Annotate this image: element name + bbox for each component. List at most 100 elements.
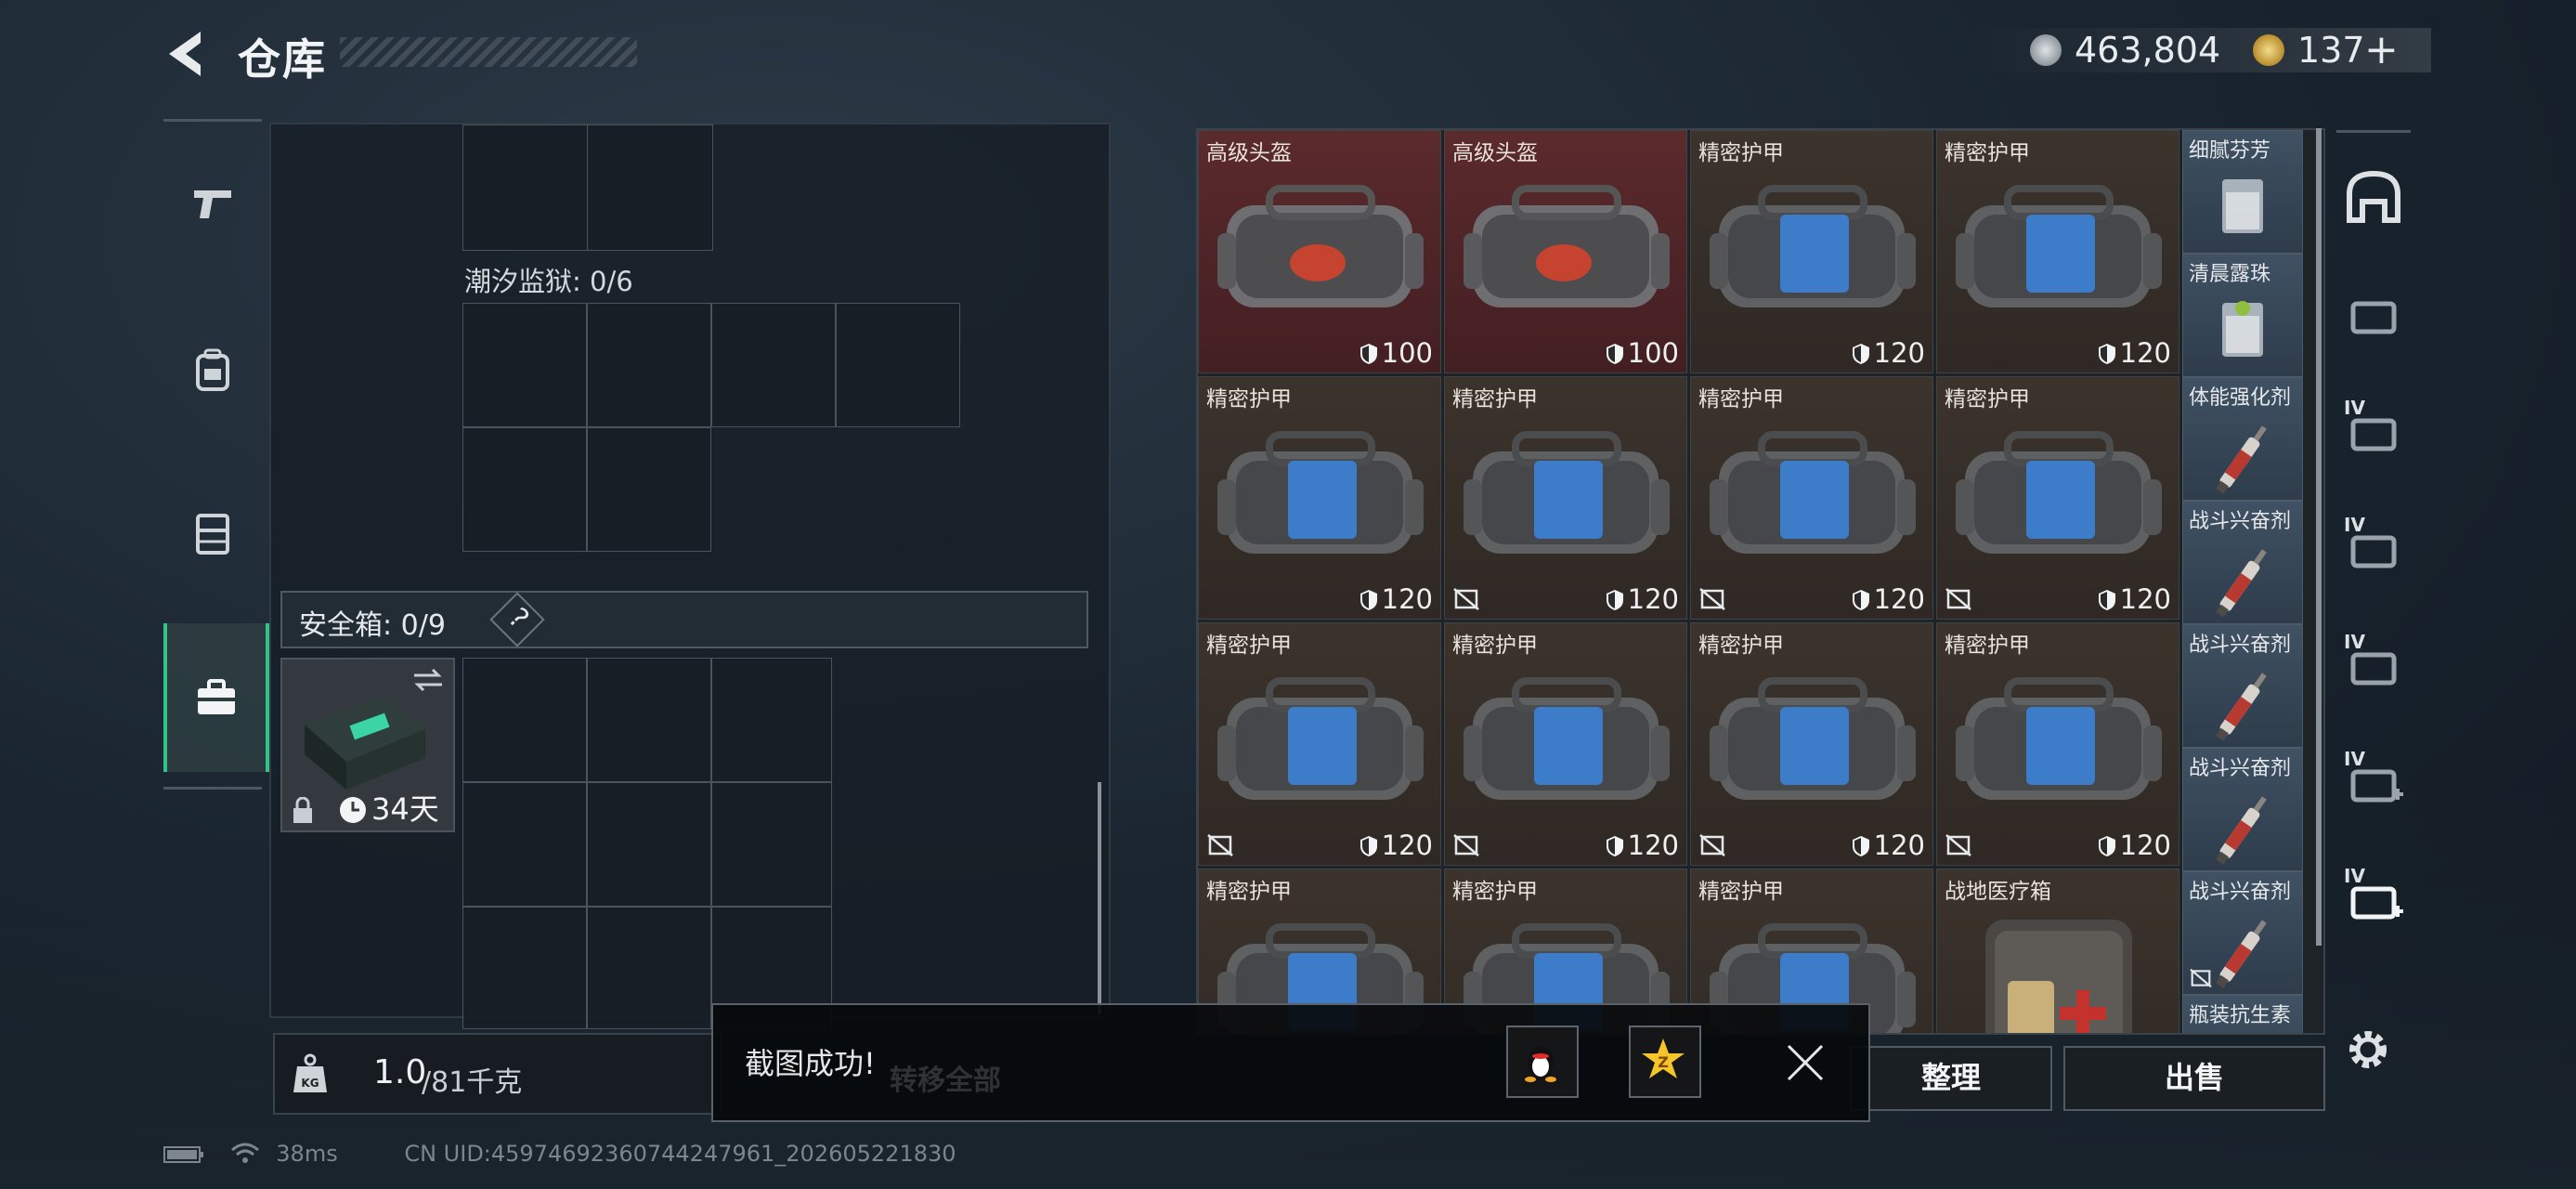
inventory-item-cell[interactable]: 战地医疗箱	[1936, 869, 2179, 1033]
shield-icon	[1852, 590, 1869, 610]
swap-icon[interactable]	[412, 667, 444, 693]
armor-bag-icon	[1956, 677, 2162, 800]
share-qzone-button[interactable]: Z	[1629, 1026, 1701, 1098]
item-durability: 100	[1360, 337, 1433, 369]
consumable-item-cell[interactable]: 体能强化剂	[2182, 377, 2303, 501]
item-durability: 120	[1360, 583, 1433, 615]
ping-value: 38ms	[276, 1141, 338, 1167]
inventory-item-cell[interactable]: 精密护甲 120	[1936, 130, 2179, 373]
item-name: 精密护甲	[1945, 387, 2030, 412]
wifi-icon	[230, 1143, 259, 1163]
inventory-item-cell[interactable]: 精密护甲 120	[1444, 622, 1687, 866]
grid-slot[interactable]	[587, 124, 713, 251]
filter-weapon-tier[interactable]: IV	[2336, 374, 2411, 486]
grid-slot[interactable]	[462, 303, 587, 427]
armor-bag-icon	[1956, 431, 2162, 554]
safe-slot[interactable]	[587, 907, 711, 1029]
item-name: 精密护甲	[1452, 634, 1538, 658]
grid-slot[interactable]	[462, 124, 589, 251]
organize-button[interactable]: 整理	[1850, 1046, 2052, 1111]
silver-coin-icon	[2030, 34, 2062, 66]
inventory-item-cell[interactable]: 高级头盔 100	[1198, 130, 1441, 373]
helmet-bag-icon	[1464, 185, 1670, 307]
consumable-item-cell[interactable]: 清晨露珠	[2182, 254, 2303, 377]
grid-slot[interactable]	[711, 303, 836, 427]
safe-slot[interactable]	[587, 782, 711, 907]
grid-slot[interactable]	[587, 427, 711, 552]
battery-icon	[163, 1146, 203, 1163]
add-currency-button[interactable]: +	[2364, 26, 2399, 73]
panel-scrollbar[interactable]	[1098, 782, 1101, 1014]
inventory-item-cell[interactable]: 精密护甲 120	[1444, 376, 1687, 620]
safe-box-item[interactable]: 34天	[280, 658, 455, 832]
consumable-item-cell[interactable]: 瓶装抗生素	[2182, 995, 2303, 1033]
safe-helmet-icon	[2347, 170, 2400, 223]
shield-icon	[2098, 590, 2115, 610]
pistol-icon	[194, 190, 231, 218]
safe-box-help-icon[interactable]: ?	[489, 592, 545, 647]
share-qq-button[interactable]	[1506, 1026, 1579, 1098]
grid-slot[interactable]	[836, 303, 960, 427]
inventory-item-cell[interactable]: 精密护甲 120	[1690, 376, 1933, 620]
no-trade-icon	[1945, 834, 1971, 856]
armor-bag-icon	[1710, 677, 1916, 800]
inventory-item-cell[interactable]: 精密护甲 120	[1198, 376, 1441, 620]
inventory-item-cell[interactable]: 高级头盔 100	[1444, 130, 1687, 373]
filter-safe-helmet[interactable]	[2336, 140, 2411, 252]
filter-medkit-tier[interactable]: IV	[2336, 725, 2411, 837]
weight-current: 1.0	[373, 1053, 427, 1091]
transfer-all-button[interactable]: 转移全部	[890, 1057, 1001, 1098]
briefcase-icon	[198, 679, 235, 714]
safe-slot[interactable]	[462, 782, 587, 907]
svg-text:Z: Z	[1658, 1053, 1669, 1071]
durability-value: 120	[1873, 830, 1925, 861]
grid-slot[interactable]	[587, 303, 711, 427]
helmet-bag-icon	[1217, 185, 1424, 307]
filter-blueprint[interactable]	[2336, 257, 2411, 369]
item-name: 精密护甲	[1945, 141, 2030, 165]
nav-safebox[interactable]	[163, 623, 269, 772]
nav-backpack[interactable]	[163, 285, 262, 449]
safe-slot[interactable]	[462, 907, 587, 1029]
item-name: 精密护甲	[1698, 880, 1784, 904]
inventory-item-cell[interactable]: 精密护甲 120	[1198, 622, 1441, 866]
durability-value: 120	[2119, 583, 2171, 615]
nav-vest[interactable]	[163, 449, 262, 612]
filter-medkit-plus-tier[interactable]: IV	[2336, 843, 2411, 954]
toast-message: 截图成功!	[745, 1046, 876, 1081]
shield-icon	[1360, 590, 1377, 610]
durability-value: 120	[1627, 583, 1679, 615]
shield-icon	[1360, 836, 1377, 856]
inventory-item-cell[interactable]: 精密护甲 120	[1936, 622, 2179, 866]
consumable-item-cell[interactable]: 战斗兴奋剂	[2182, 871, 2303, 995]
weight-kg-icon: KG	[293, 1053, 327, 1092]
inventory-item-cell[interactable]: 精密护甲 120	[1690, 622, 1933, 866]
consumable-item-cell[interactable]: 细腻芬芳	[2182, 130, 2303, 254]
toast-close-button[interactable]	[1785, 1042, 1826, 1083]
filter-bag-tier[interactable]: IV	[2336, 608, 2411, 720]
armor-bag-icon	[1217, 431, 1424, 554]
sell-button[interactable]: 出售	[2063, 1046, 2325, 1111]
inventory-item-cell[interactable]: 精密护甲 120	[1690, 130, 1933, 373]
grid-slot[interactable]	[462, 427, 587, 552]
safe-slot[interactable]	[587, 658, 711, 782]
back-button[interactable]	[160, 26, 215, 82]
settings-button[interactable]	[2344, 1026, 2392, 1074]
right-filter-nav: IV IV IV IV IV	[2336, 130, 2411, 950]
nav-weapons[interactable]	[163, 122, 262, 285]
gold-balance: 137	[2297, 30, 2365, 71]
consumable-name: 细腻芬芳	[2189, 139, 2271, 163]
filter-armor-tier[interactable]: IV	[2336, 491, 2411, 603]
item-name: 战地医疗箱	[1945, 880, 2051, 904]
durability-value: 120	[1627, 830, 1679, 861]
warehouse-scrollbar[interactable]	[2316, 128, 2322, 946]
shield-icon	[1360, 344, 1377, 364]
inventory-item-cell[interactable]: 精密护甲 120	[1936, 376, 2179, 620]
consumable-item-cell[interactable]: 战斗兴奋剂	[2182, 501, 2303, 624]
consumable-item-cell[interactable]: 战斗兴奋剂	[2182, 624, 2303, 748]
consumable-item-cell[interactable]: 战斗兴奋剂	[2182, 748, 2303, 871]
no-trade-icon	[1945, 588, 1971, 610]
safe-slot[interactable]	[711, 782, 832, 907]
safe-slot[interactable]	[711, 658, 832, 782]
safe-slot[interactable]	[462, 658, 587, 782]
